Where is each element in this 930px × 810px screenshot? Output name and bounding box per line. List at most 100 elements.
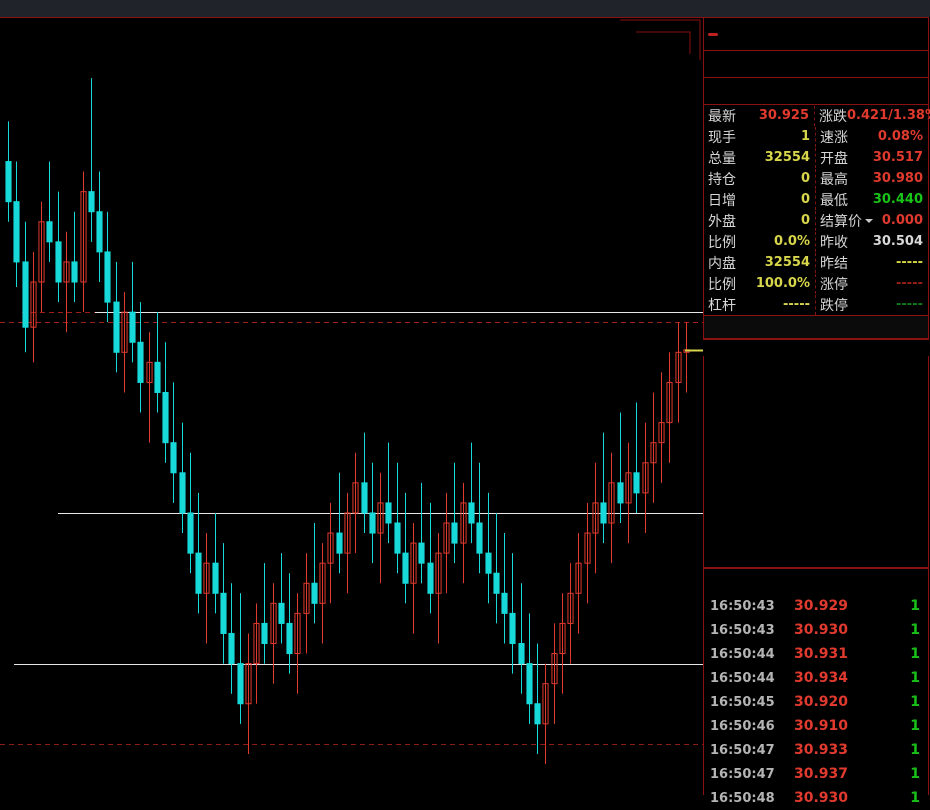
quote-cell-right: 最高 30.980 (816, 169, 928, 189)
candlestick (559, 593, 566, 694)
candlestick (212, 512, 219, 614)
candlestick (435, 533, 442, 644)
tick-size: 1 (910, 718, 920, 734)
quote-box: 最新 30.925 涨跌 0.421/1.38% 现手 1 速涨 0.08% 总量 32554 开盘… (703, 17, 930, 340)
bid-row[interactable] (704, 77, 928, 104)
quote-cell-right: 跌停 ----- (816, 295, 928, 315)
candlestick (63, 231, 70, 333)
quote-row: 比例 0.0% 昨收 30.504 (704, 231, 928, 252)
candlestick (146, 332, 153, 443)
quote-row: 现手 1 速涨 0.08% (704, 126, 928, 147)
quote-key: 涨停 (820, 276, 848, 293)
candlestick (104, 211, 111, 323)
tick-time: 16:50:48 (710, 790, 775, 806)
quote-cell-left: 总量 32554 (704, 147, 816, 168)
chevron-down-icon[interactable] (865, 218, 873, 223)
quote-value: 30.504 (872, 234, 923, 249)
trade-ticks-header (704, 569, 928, 594)
quote-row: 外盘 0 结算价 0.000 (704, 210, 928, 231)
large-orders-header (704, 356, 930, 379)
candlestick (5, 121, 12, 222)
quote-key: 跌停 (820, 297, 848, 314)
candlestick (154, 312, 161, 413)
candlestick (650, 392, 657, 503)
candlestick (592, 462, 599, 574)
quote-key: 杠杆 (708, 297, 736, 314)
quote-key: 外盘 (708, 213, 736, 230)
candlestick (394, 462, 401, 574)
candlestick (385, 442, 392, 544)
candlestick (518, 583, 525, 694)
candlestick (80, 171, 87, 313)
quote-key: 总量 (708, 150, 736, 167)
quote-value: 30.440 (872, 192, 923, 207)
quote-row: 总量 32554 开盘 30.517 (704, 147, 928, 168)
quote-key: 涨跌 (819, 108, 847, 125)
unit-alternate-option[interactable] (923, 319, 928, 335)
quote-key: 结算价 (820, 213, 862, 230)
candlestick (666, 352, 673, 463)
ask-row[interactable] (704, 50, 928, 77)
candlestick (220, 543, 227, 664)
tick-size: 1 (910, 670, 920, 686)
candlestick (261, 563, 268, 664)
candlestick (71, 211, 78, 303)
candlestick (30, 251, 37, 363)
candlestick (170, 382, 177, 503)
quote-cell-right[interactable]: 结算价 0.000 (816, 211, 928, 231)
trade-ticks-pane[interactable]: 16:50:43 30.929 1 16:50:43 30.930 1 16:50:44 30… (703, 568, 929, 806)
quote-cell-left: 日增 0 (704, 189, 816, 210)
quote-cell-left: 持仓 0 (704, 168, 816, 189)
tick-size: 1 (910, 622, 920, 638)
candlestick (501, 533, 508, 644)
tick-time: 16:50:43 (710, 598, 775, 614)
candlestick (113, 261, 120, 373)
candlestick (55, 191, 62, 303)
quote-key: 最低 (820, 192, 848, 209)
quote-value: ----- (896, 297, 923, 312)
candlestick (476, 462, 483, 574)
candlestick (625, 442, 632, 544)
candlestick (228, 583, 235, 694)
quote-value: 30.980 (872, 171, 923, 186)
candlestick (369, 462, 376, 564)
candlestick (319, 543, 326, 644)
tick-row: 16:50:48 30.930 1 (704, 786, 928, 810)
quote-value: 100.0% (755, 276, 810, 291)
candlestick (13, 161, 20, 288)
quote-value: 0 (800, 171, 810, 186)
tick-row: 16:50:43 30.930 1 (704, 618, 928, 642)
tick-price: 30.929 (793, 598, 849, 614)
tick-row: 16:50:47 30.933 1 (704, 738, 928, 762)
unit-row[interactable] (704, 315, 928, 339)
quote-value: 32554 (764, 255, 810, 270)
candlestick (683, 322, 690, 393)
candlestick (418, 482, 425, 584)
candlestick (675, 322, 682, 423)
candlestick (361, 432, 368, 534)
quote-row: 杠杆 ----- 跌停 ----- (704, 294, 928, 315)
candlestick (294, 593, 301, 694)
candlestick (584, 502, 591, 604)
quote-cell-right: 涨停 ----- (816, 274, 928, 294)
quote-cell-right: 最低 30.440 (816, 190, 928, 210)
candlestick (46, 161, 53, 262)
quote-value: ----- (783, 297, 810, 312)
tick-size: 1 (910, 742, 920, 758)
quote-row: 最新 30.925 涨跌 0.421/1.38% (704, 105, 930, 126)
candlestick (187, 452, 194, 574)
quote-cell-right: 涨跌 0.421/1.38% (815, 106, 930, 126)
candlestick (253, 603, 260, 704)
candlestick (443, 492, 450, 594)
large-orders-pane[interactable] (703, 356, 929, 568)
candlestick (460, 482, 467, 584)
quote-value: 0.000 (881, 213, 923, 228)
candlestick-chart-svg (0, 19, 703, 764)
chart-corner-frame-inner (636, 31, 691, 54)
candlestick (617, 412, 624, 524)
quote-cell-right: 昨结 ----- (816, 253, 928, 273)
candlestick (575, 533, 582, 634)
quote-cell-right: 速涨 0.08% (816, 127, 928, 147)
tick-price: 30.910 (793, 718, 849, 734)
candlestick-chart-pane[interactable] (0, 17, 703, 796)
